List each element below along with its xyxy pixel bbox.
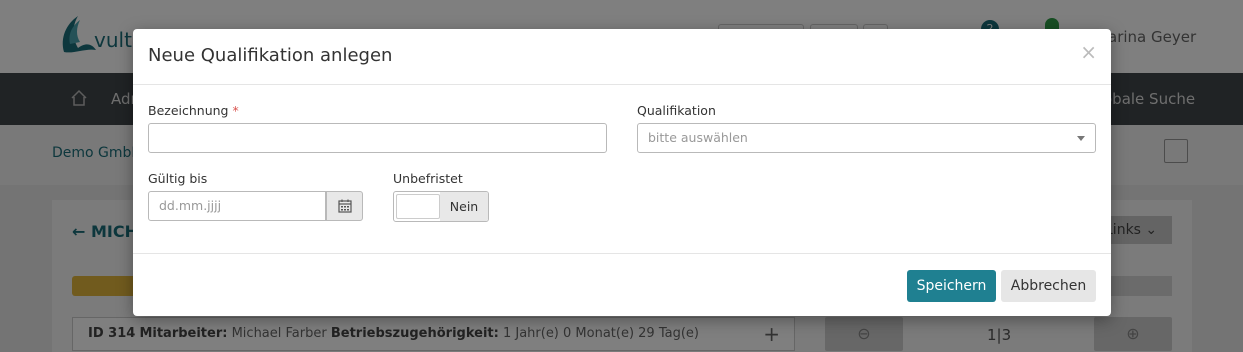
required-marker: * (232, 103, 239, 118)
unbefristet-label: Unbefristet (393, 171, 463, 186)
toggle-state-label: Nein (440, 192, 488, 221)
calendar-icon (337, 199, 352, 213)
bezeichnung-label: Bezeichnung * (148, 103, 239, 118)
qualifikation-placeholder: bitte auswählen (648, 130, 748, 145)
close-icon[interactable]: × (1080, 40, 1097, 64)
qualifikation-label: Qualifikation (637, 103, 716, 118)
modal-body: Bezeichnung * Qualifikation bitte auswäh… (133, 85, 1111, 253)
gueltig-bis-label: Gültig bis (148, 171, 208, 186)
qualifikation-select[interactable]: bitte auswählen (637, 123, 1096, 153)
bezeichnung-input[interactable] (148, 123, 607, 153)
toggle-knob (396, 194, 440, 219)
save-button[interactable]: Speichern (907, 270, 996, 302)
modal-title: Neue Qualifikation anlegen (148, 45, 393, 66)
calendar-button[interactable] (326, 191, 363, 221)
gueltig-bis-placeholder: dd.mm.jjjj (159, 198, 222, 213)
cancel-button[interactable]: Abbrechen (1001, 270, 1096, 302)
new-qualification-dialog: Neue Qualifikation anlegen × Bezeichnung… (133, 29, 1111, 316)
caret-down-icon (1077, 136, 1085, 141)
unbefristet-toggle[interactable]: Nein (393, 191, 489, 222)
modal-footer: Speichern Abbrechen (133, 253, 1111, 316)
bezeichnung-label-text: Bezeichnung (148, 103, 229, 118)
modal-header: Neue Qualifikation anlegen × (133, 29, 1111, 85)
gueltig-bis-input[interactable]: dd.mm.jjjj (148, 191, 363, 221)
